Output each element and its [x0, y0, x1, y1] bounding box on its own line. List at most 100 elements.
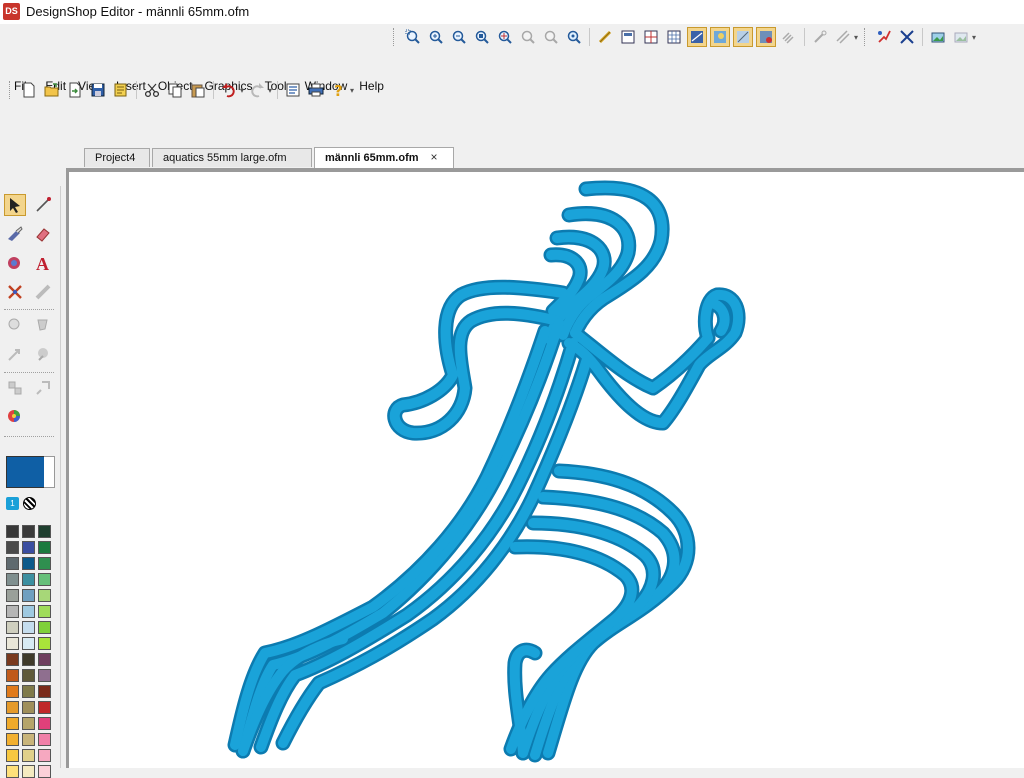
color-swatch[interactable]	[22, 765, 35, 778]
color-swatch[interactable]	[22, 717, 35, 730]
tab-project4[interactable]: Project4	[84, 148, 150, 167]
color-wheel-icon[interactable]	[4, 406, 26, 428]
color-swatch[interactable]	[6, 605, 19, 618]
color-swatch[interactable]	[6, 669, 19, 682]
color-swatch[interactable]	[6, 765, 19, 778]
properties-icon[interactable]	[283, 80, 303, 100]
toolbar-overflow-icon[interactable]: ▾	[350, 86, 354, 95]
color-swatch[interactable]	[6, 637, 19, 650]
toolbar-grip[interactable]	[864, 28, 868, 46]
zoom-next-icon[interactable]	[541, 27, 561, 47]
view-outline-icon[interactable]	[733, 27, 753, 47]
color-swatch[interactable]	[6, 733, 19, 746]
text-icon[interactable]: A	[32, 252, 54, 274]
color-swatch[interactable]	[22, 685, 35, 698]
color-swatch[interactable]	[6, 573, 19, 586]
color-swatch[interactable]	[38, 637, 51, 650]
embroidery-design-runner[interactable]	[69, 172, 1024, 768]
undo-icon[interactable]	[219, 80, 239, 100]
current-color-swatch[interactable]	[6, 456, 46, 488]
toolbar-overflow-icon[interactable]: ▾	[972, 33, 976, 42]
color-swatch[interactable]	[38, 525, 51, 538]
color-swatch[interactable]	[38, 701, 51, 714]
no-color-icon[interactable]	[23, 497, 36, 510]
zoom-100-icon[interactable]	[472, 27, 492, 47]
save-as-icon[interactable]	[111, 80, 131, 100]
knife-icon[interactable]	[4, 223, 26, 245]
color-swatch[interactable]	[22, 589, 35, 602]
color-swatch[interactable]	[22, 621, 35, 634]
paste-icon[interactable]	[188, 80, 208, 100]
cut-icon[interactable]	[142, 80, 162, 100]
color-swatch[interactable]	[22, 605, 35, 618]
color-swatch[interactable]	[6, 701, 19, 714]
color-swatch[interactable]	[22, 637, 35, 650]
background-color-swatch[interactable]	[44, 456, 55, 488]
color-swatch[interactable]	[22, 701, 35, 714]
menu-help[interactable]: Help	[353, 76, 390, 96]
needle-icon[interactable]	[810, 27, 830, 47]
close-icon[interactable]: ×	[431, 150, 438, 164]
color-swatch[interactable]	[6, 525, 19, 538]
distribute-icon[interactable]	[32, 343, 54, 365]
color-swatch[interactable]	[22, 573, 35, 586]
hoop-icon[interactable]	[833, 27, 853, 47]
print-icon[interactable]	[306, 80, 326, 100]
view-table-icon[interactable]	[664, 27, 684, 47]
color-swatch[interactable]	[38, 733, 51, 746]
color-swatch[interactable]	[22, 541, 35, 554]
shape-icon[interactable]	[4, 377, 26, 399]
color-swatch[interactable]	[22, 749, 35, 762]
save-icon[interactable]	[88, 80, 108, 100]
ungroup-icon[interactable]	[32, 314, 54, 336]
open-icon[interactable]	[42, 80, 62, 100]
new-icon[interactable]	[19, 80, 39, 100]
view-jumps-icon[interactable]	[756, 27, 776, 47]
color-swatch[interactable]	[38, 685, 51, 698]
zoom-out-icon[interactable]	[449, 27, 469, 47]
picture-2-icon[interactable]	[951, 27, 971, 47]
color-swatch[interactable]	[22, 669, 35, 682]
group-icon[interactable]	[4, 314, 26, 336]
color-swatch[interactable]	[6, 685, 19, 698]
redo-dropdown-icon[interactable]: ▾	[268, 86, 272, 95]
fill-icon[interactable]	[4, 252, 26, 274]
zoom-previous-icon[interactable]	[518, 27, 538, 47]
color-swatch[interactable]	[38, 765, 51, 778]
view-grid-icon[interactable]	[618, 27, 638, 47]
color-swatch[interactable]	[22, 525, 35, 538]
view-hatch-icon[interactable]	[779, 27, 799, 47]
color-swatch[interactable]	[38, 589, 51, 602]
color-swatch[interactable]	[38, 653, 51, 666]
picture-icon[interactable]	[928, 27, 948, 47]
color-swatch[interactable]	[22, 733, 35, 746]
zoom-all-icon[interactable]	[564, 27, 584, 47]
view-cross-icon[interactable]	[641, 27, 661, 47]
magic-icon[interactable]	[4, 281, 26, 303]
zoom-window-icon[interactable]	[403, 27, 423, 47]
transform-icon[interactable]	[32, 281, 54, 303]
color-swatch[interactable]	[6, 541, 19, 554]
eraser-icon[interactable]	[32, 223, 54, 245]
toolbar-overflow-icon[interactable]: ▾	[854, 33, 858, 42]
toolbar-grip[interactable]	[9, 81, 13, 99]
color-swatch[interactable]	[38, 605, 51, 618]
measure-icon[interactable]	[595, 27, 615, 47]
toolbar-grip[interactable]	[393, 28, 397, 46]
split-icon[interactable]	[874, 27, 894, 47]
view-stitches-icon[interactable]	[710, 27, 730, 47]
color-swatch[interactable]	[6, 653, 19, 666]
import-icon[interactable]	[65, 80, 85, 100]
zoom-fit-icon[interactable]	[495, 27, 515, 47]
help-icon[interactable]: ?	[329, 80, 349, 100]
color-swatch[interactable]	[6, 589, 19, 602]
color-swatch[interactable]	[6, 717, 19, 730]
node-icon[interactable]	[32, 377, 54, 399]
color-swatch[interactable]	[38, 541, 51, 554]
zoom-in-icon[interactable]	[426, 27, 446, 47]
view-realistic-icon[interactable]	[687, 27, 707, 47]
color-swatch[interactable]	[38, 621, 51, 634]
tab-aquatics[interactable]: aquatics 55mm large.ofm	[152, 148, 312, 167]
color-swatch[interactable]	[38, 749, 51, 762]
line-icon[interactable]	[32, 194, 54, 216]
